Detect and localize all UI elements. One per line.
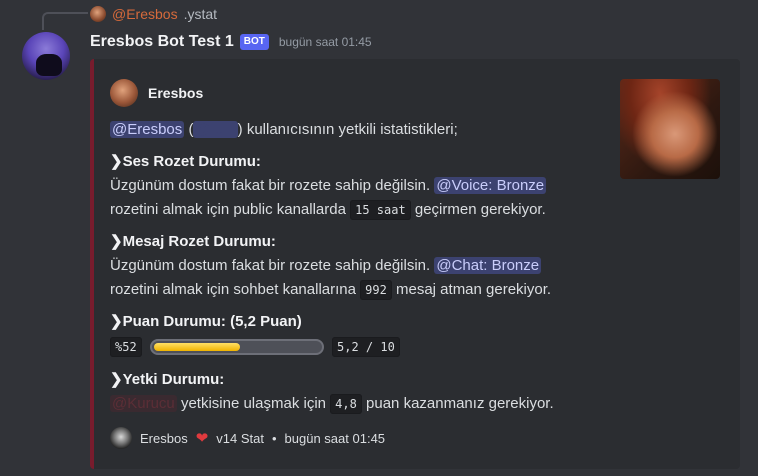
points-title: Puan Durumu: (5,2 Puan): [122, 313, 302, 330]
hidden-mention[interactable]: @......: [193, 121, 238, 138]
points-progress-fill: [153, 343, 240, 352]
footer-name: Eresbos: [140, 430, 188, 446]
points-score-code: 5,2 / 10: [332, 337, 400, 357]
points-progress-line: %52 5,2 / 10: [110, 336, 400, 358]
chat-role-mention[interactable]: @Chat: Bronze: [434, 257, 542, 274]
voice-text3: geçirmen gerekiyor.: [414, 201, 546, 218]
points-progress-bar: [149, 339, 324, 356]
chevron-right-icon: ❯: [110, 371, 123, 388]
embed-author-name[interactable]: Eresbos: [148, 85, 203, 101]
footer-stat: v14 Stat: [216, 430, 264, 446]
chat-text2: rozetini almak için sohbet kanallarına: [110, 281, 356, 298]
username[interactable]: Eresbos Bot Test 1: [90, 33, 234, 51]
heart-icon: ❤: [195, 430, 209, 447]
voice-title-line: ❯Ses Rozet Durumu:: [110, 151, 261, 173]
bot-badge: BOT: [239, 34, 269, 50]
authority-title-line: ❯Yetki Durumu:: [110, 369, 224, 391]
message-header: Eresbos Bot Test 1 BOT bugün saat 01:45: [90, 33, 372, 51]
footer-time: bugün saat 01:45: [284, 430, 386, 446]
embed-author-row: Eresbos: [110, 77, 610, 109]
user-mention[interactable]: @Eresbos: [110, 121, 185, 138]
chevron-right-icon: ❯: [110, 233, 123, 250]
authority-title: Yetki Durumu:: [122, 371, 225, 388]
embed-thumbnail[interactable]: [620, 79, 720, 179]
embed-author-avatar: [110, 79, 138, 107]
footer-icon: [110, 427, 132, 449]
message-timestamp[interactable]: bugün saat 01:45: [279, 35, 372, 49]
embed: Eresbos @Eresbos (@......) kullanıcısını…: [90, 59, 740, 469]
intro-text: ) kullanıcısının yetkili istatistikleri;: [237, 121, 458, 138]
avatar[interactable]: [22, 32, 70, 80]
points-percent-code: %52: [110, 337, 142, 357]
voice-title: Ses Rozet Durumu:: [122, 153, 261, 170]
reply-preview[interactable]: @Eresbos .ystat: [90, 4, 217, 24]
chat-title: Mesaj Rozet Durumu:: [122, 233, 276, 250]
chat-line1: Üzgünüm dostum fakat bir rozete sahip de…: [110, 255, 542, 277]
chat-text3: mesaj atman gerekiyor.: [396, 281, 552, 298]
reply-text[interactable]: .ystat: [184, 6, 217, 22]
chat-line2: rozetini almak için sohbet kanallarına 9…: [110, 279, 551, 301]
authority-text1: yetkisine ulaşmak için: [180, 395, 326, 412]
authority-text2: puan kazanmanız gerekiyor.: [366, 395, 554, 412]
voice-hours-code: 15 saat: [350, 200, 411, 220]
voice-line1: Üzgünüm dostum fakat bir rozete sahip de…: [110, 175, 547, 197]
chat-count-code: 992: [360, 280, 392, 300]
authority-line: @Kurucu yetkisine ulaşmak için 4,8 puan …: [110, 393, 554, 415]
voice-text1: Üzgünüm dostum fakat bir rozete sahip de…: [110, 177, 431, 194]
reply-author[interactable]: @Eresbos: [112, 6, 178, 22]
chat-title-line: ❯Mesaj Rozet Durumu:: [110, 231, 276, 253]
voice-line2: rozetini almak için public kanallarda 15…: [110, 199, 546, 221]
authority-points-code: 4,8: [330, 394, 362, 414]
chevron-right-icon: ❯: [110, 153, 123, 170]
chat-text1: Üzgünüm dostum fakat bir rozete sahip de…: [110, 257, 431, 274]
chevron-right-icon: ❯: [110, 313, 123, 330]
voice-text2: rozetini almak için public kanallarda: [110, 201, 346, 218]
reply-avatar[interactable]: [90, 6, 106, 22]
voice-role-mention[interactable]: @Voice: Bronze: [434, 177, 547, 194]
reply-connector: [42, 12, 88, 30]
footer-separator: •: [271, 430, 277, 446]
embed-footer: Eresbos ❤ v14 Stat • bugün saat 01:45: [110, 427, 385, 449]
intro-line: @Eresbos (@......) kullanıcısının yetkil…: [110, 119, 458, 141]
avatar-silhouette: [36, 54, 62, 76]
authority-role-mention[interactable]: @Kurucu: [110, 395, 177, 412]
points-title-line: ❯Puan Durumu: (5,2 Puan): [110, 311, 302, 333]
